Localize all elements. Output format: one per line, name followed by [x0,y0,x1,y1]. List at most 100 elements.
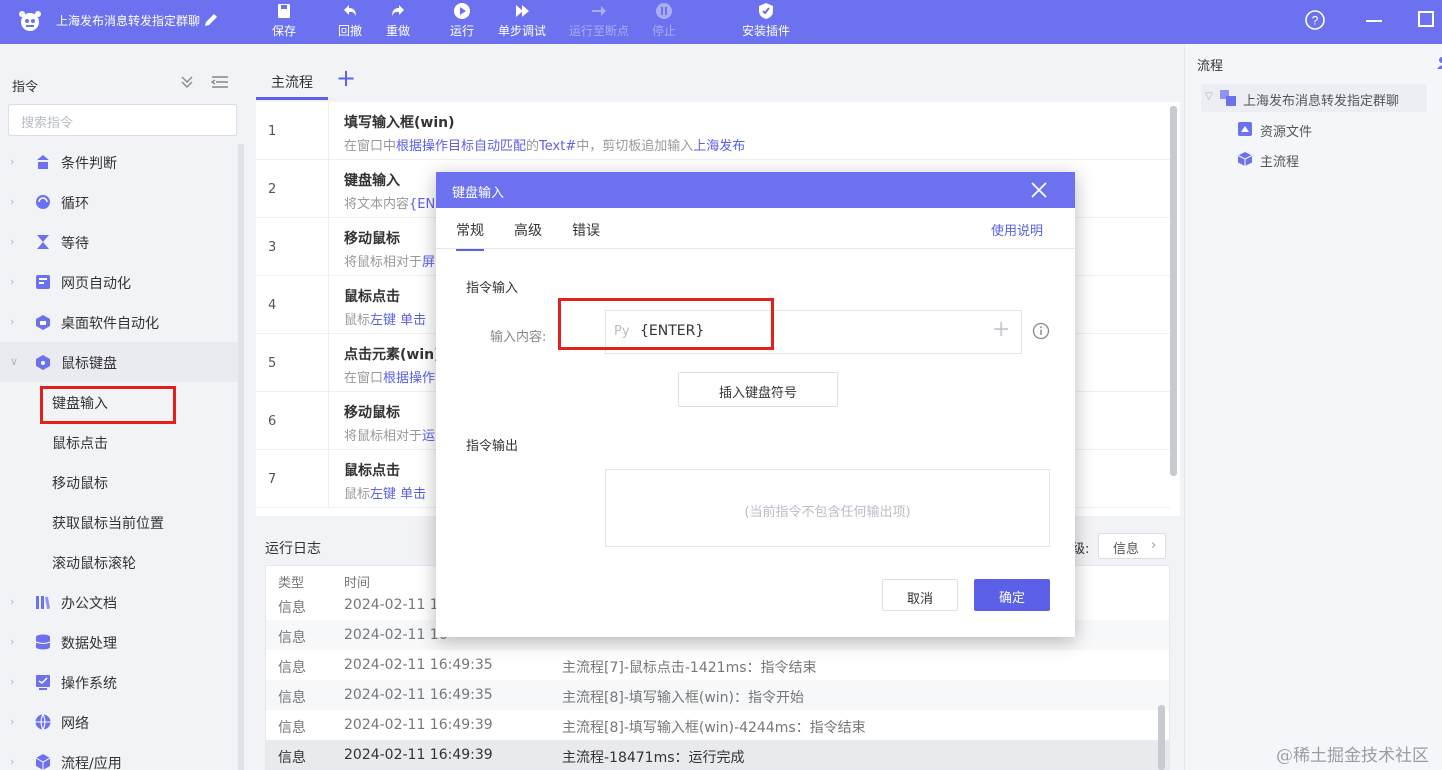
log-scrollbar[interactable] [1158,705,1165,770]
command-item[interactable]: 鼠标点击 [0,422,238,462]
undo-button[interactable]: 回撤 [334,2,366,42]
category-mouse[interactable]: ∨ 鼠标键盘 [0,342,238,382]
command-item[interactable]: 移动鼠标 [0,462,238,502]
category-desktop[interactable]: › 桌面软件自动化 [0,302,238,342]
step-param[interactable]: 根据操作目标自动匹配 [396,139,526,154]
step-param[interactable]: 根据操作 [383,371,435,386]
undo-icon [344,5,356,16]
log-level-select[interactable]: 信息 › [1098,533,1166,559]
category-globe[interactable]: › 网络 [0,702,238,742]
step-number: 3 [268,240,277,255]
step-title: 鼠标点击 [344,289,400,305]
tree-root-flow[interactable]: ▽ 上海发布消息转发指定群聊 [1201,84,1427,112]
add-tab-button[interactable]: + [336,66,356,90]
step-param[interactable]: Text# [539,139,576,154]
cancel-button[interactable]: 取消 [882,579,958,611]
step-desc-text: 在窗口 [344,371,384,386]
category-cube[interactable]: › 流程/应用 [0,742,238,770]
category-system[interactable]: › 操作系统 [0,662,238,702]
step-debug-icon [516,5,529,17]
command-panel-scrollbar[interactable] [238,144,244,770]
usage-help-link[interactable]: 使用说明 [991,220,1043,239]
category-books[interactable]: › 办公文档 [0,582,238,622]
info-icon[interactable] [1032,322,1050,340]
chevron-right-icon: › [10,315,15,328]
insert-keyboard-symbol-button[interactable]: 插入键盘符号 [678,372,838,407]
step-desc-text: 在窗口中 [344,139,397,154]
help-icon[interactable]: ? [1304,9,1326,31]
close-icon[interactable] [1030,181,1048,199]
tab-advanced[interactable]: 高级 [514,220,542,240]
category-hourglass[interactable]: › 等待 [0,222,238,262]
log-time: 2024-02-11 16:49:39 [344,747,493,763]
collapse-all-icon[interactable] [180,74,230,90]
top-toolbar: 上海发布消息转发指定群聊 保存 回撤 重做 运行 单步调试 运行至断点 停止 安… [0,0,1442,44]
user-icon[interactable] [1435,56,1442,70]
log-row[interactable]: 信息 2024-02-11 16:49:35 主流程[8]-填写输入框(win)：指… [266,680,1169,710]
step-desc-text: 鼠标 [344,487,371,502]
loop-icon [36,195,50,209]
highlight-box [558,298,774,350]
chevron-right-icon: › [10,275,15,288]
step-param[interactable]: 左键 单击 [370,487,426,502]
category-web[interactable]: › 网页自动化 [0,262,238,302]
step-param[interactable]: 屏 [422,255,435,270]
stop-button[interactable]: 停止 [650,2,678,42]
log-time: 2024-02-11 16 [344,597,448,613]
minimize-button[interactable] [1366,20,1382,22]
redo-icon [392,5,404,16]
step-description: 将文本内容{EN [344,193,435,212]
step-description: 在窗口根据操作 [344,367,435,386]
log-type: 信息 [278,660,306,676]
output-empty-text: (当前指令不包含任何输出项) [744,505,911,520]
chevron-down-icon: ∨ [10,355,19,368]
step-number: 7 [268,472,277,487]
category-condition[interactable]: › 条件判断 [0,142,238,182]
step-param[interactable]: 上海发布 [693,139,745,154]
redo-button[interactable]: 重做 [382,2,414,42]
step-param[interactable]: {EN [409,197,435,212]
add-variable-icon[interactable]: + [992,317,1010,343]
log-row[interactable]: 信息 2024-02-11 16:49:35 主流程[7]-鼠标点击-1421ms：… [266,650,1169,680]
step-divider [328,218,329,276]
step-debug-button[interactable]: 单步调试 [496,2,548,42]
command-item-label: 移动鼠标 [52,476,108,492]
confirm-button[interactable]: 确定 [974,579,1050,611]
app-title: 上海发布消息转发指定群聊 [56,14,201,28]
save-button[interactable]: 保存 [268,2,300,42]
step-description: 将鼠标相对于屏 [344,251,435,270]
step-description: 鼠标左键 单击 [344,483,426,502]
chevron-right-icon: › [1151,538,1157,553]
category-label: 条件判断 [61,156,117,172]
category-label: 网页自动化 [61,276,131,292]
step-desc-text: 将鼠标相对于 [344,429,423,444]
tab-general[interactable]: 常规 [456,220,484,251]
category-loop[interactable]: › 循环 [0,182,238,222]
run-to-breakpoint-button[interactable]: 运行至断点 [566,2,632,42]
category-database[interactable]: › 数据处理 [0,622,238,662]
command-item[interactable]: 滚动鼠标滚轮 [0,542,238,582]
tab-main-flow[interactable]: 主流程 [256,60,328,100]
output-section-title: 指令输出 [466,439,519,454]
step-param[interactable]: 运 [422,429,435,444]
play-icon [454,3,470,19]
step-param[interactable]: 左键 单击 [370,313,426,328]
command-item[interactable]: 获取鼠标当前位置 [0,502,238,542]
books-icon [36,596,51,610]
flow-step[interactable]: 1 填写输入框(win) 在窗口中根据操作目标自动匹配的Text#中，剪切板追加输入… [256,102,1170,160]
dialog-header: 键盘输入 [436,172,1075,208]
install-plugin-button[interactable]: 安装插件 [740,2,792,42]
watermark: @稀土掘金技术社区 [1276,746,1429,766]
command-search-input[interactable]: 搜索指令 [8,104,237,136]
web-icon [36,275,50,289]
flow-scrollbar[interactable] [1170,106,1177,476]
edit-title-icon[interactable] [203,12,219,28]
run-button[interactable]: 运行 [446,2,478,42]
log-row[interactable]: 信息 2024-02-11 16:49:39 主流程[8]-填写输入框(win)-4… [266,710,1169,740]
tab-error[interactable]: 错误 [572,220,600,240]
step-desc-text: 中，剪切板追加输入 [576,139,694,154]
log-message: 主流程[8]-填写输入框(win)：指令开始 [562,690,805,706]
maximize-button[interactable] [1418,11,1434,27]
command-item-label: 获取鼠标当前位置 [52,516,164,532]
log-row[interactable]: 信息 2024-02-11 16:49:39 主流程-18471ms：运行完成 [266,740,1169,769]
